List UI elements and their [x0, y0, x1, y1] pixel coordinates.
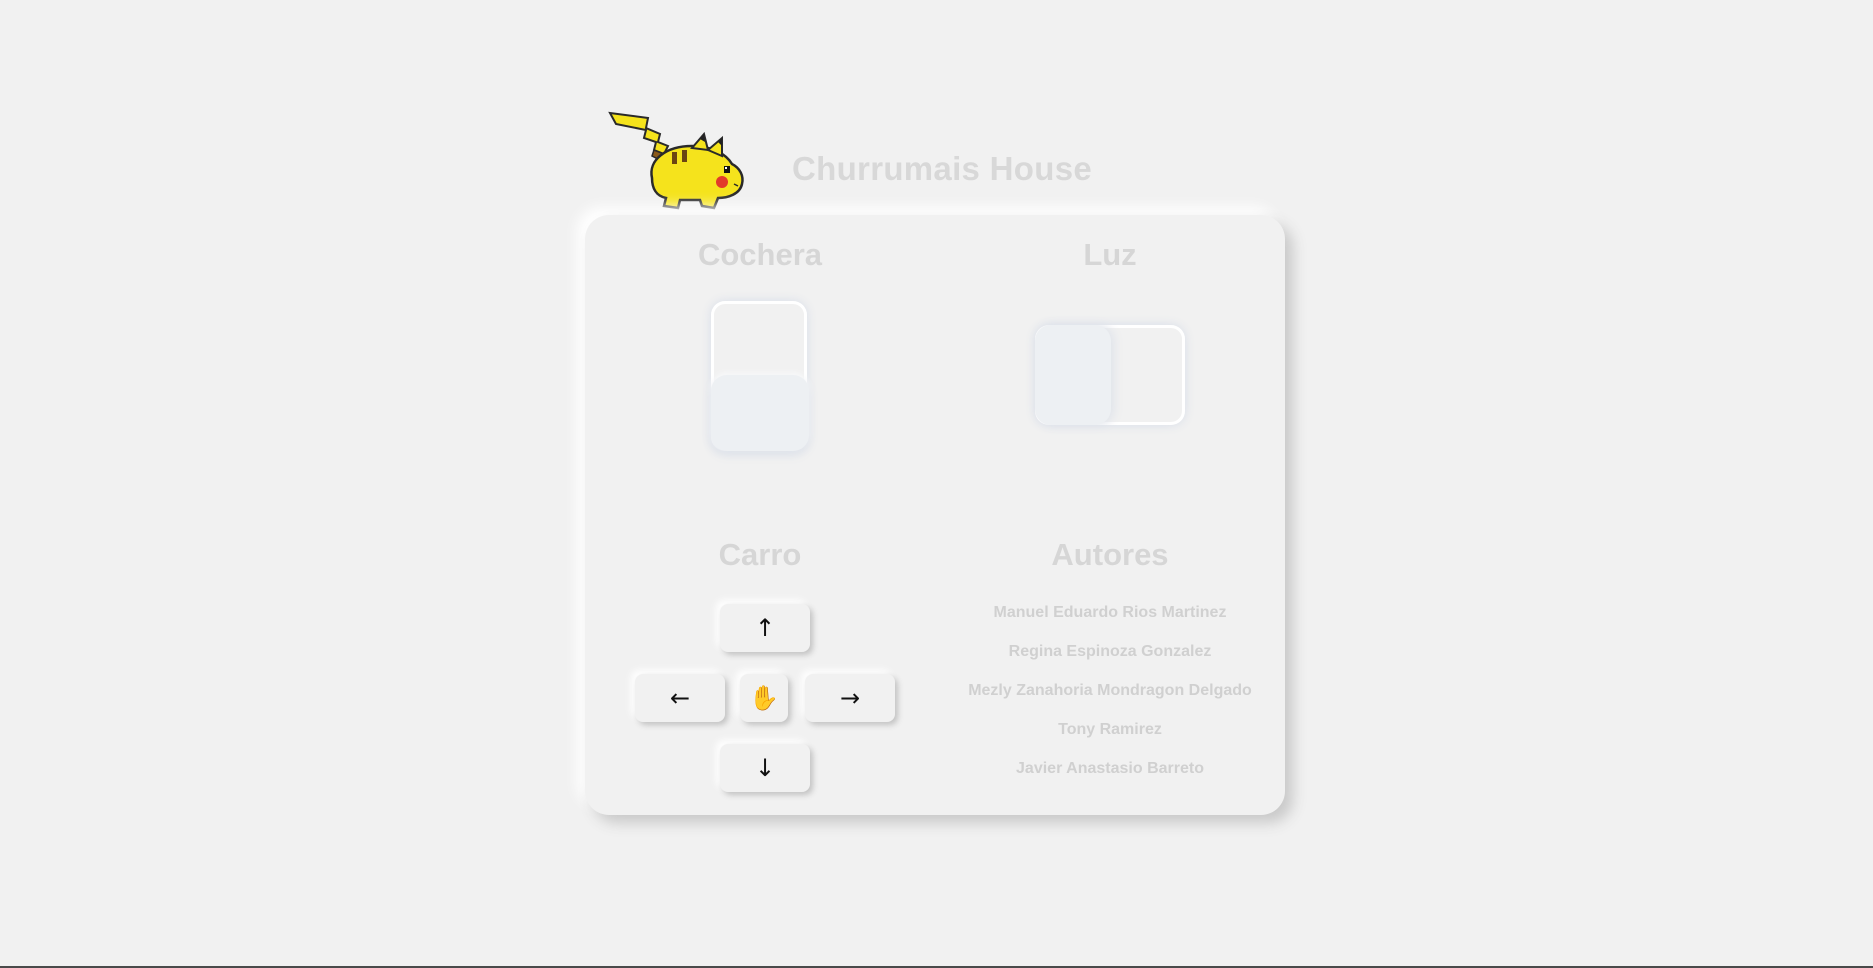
- luz-toggle[interactable]: [1035, 325, 1185, 425]
- move-left-button[interactable]: ←: [635, 674, 725, 722]
- author-name: Mezly Zanahoria Mondragon Delgado: [968, 682, 1252, 699]
- carro-title: Carro: [718, 537, 802, 572]
- cochera-toggle[interactable]: [711, 301, 809, 451]
- cochera-toggle-knob[interactable]: [711, 375, 809, 451]
- luz-title: Luz: [1083, 237, 1137, 272]
- stop-button[interactable]: ✋: [740, 674, 788, 722]
- site-title: Churrumais House: [792, 150, 1093, 187]
- page: Churrumais House Cochera Luz Carro ↑ ← ✋…: [0, 0, 1873, 968]
- header: Churrumais House: [608, 108, 1168, 216]
- hand-stop-icon: ✋: [749, 684, 779, 712]
- pikachu-icon: [608, 111, 744, 210]
- author-name: Regina Espinoza Gonzalez: [1008, 643, 1212, 660]
- author-name: Tony Ramirez: [1058, 721, 1162, 738]
- move-right-button[interactable]: →: [805, 674, 895, 722]
- control-panel: Cochera Luz Carro ↑ ← ✋ → ↓ Autores Manu…: [585, 215, 1285, 815]
- luz-toggle-knob[interactable]: [1035, 325, 1111, 425]
- move-down-button[interactable]: ↓: [720, 744, 810, 792]
- author-name: Manuel Eduardo Rios Martinez: [993, 604, 1227, 621]
- arrow-up-icon: ↑: [754, 614, 776, 642]
- cochera-title: Cochera: [697, 237, 823, 272]
- author-name: Javier Anastasio Barreto: [1016, 760, 1204, 777]
- arrow-left-icon: ←: [669, 684, 691, 712]
- arrow-down-icon: ↓: [754, 754, 776, 782]
- move-up-button[interactable]: ↑: [720, 604, 810, 652]
- autores-title: Autores: [1051, 537, 1169, 572]
- authors-list: Manuel Eduardo Rios Martinez Regina Espi…: [960, 593, 1260, 788]
- arrow-right-icon: →: [839, 684, 861, 712]
